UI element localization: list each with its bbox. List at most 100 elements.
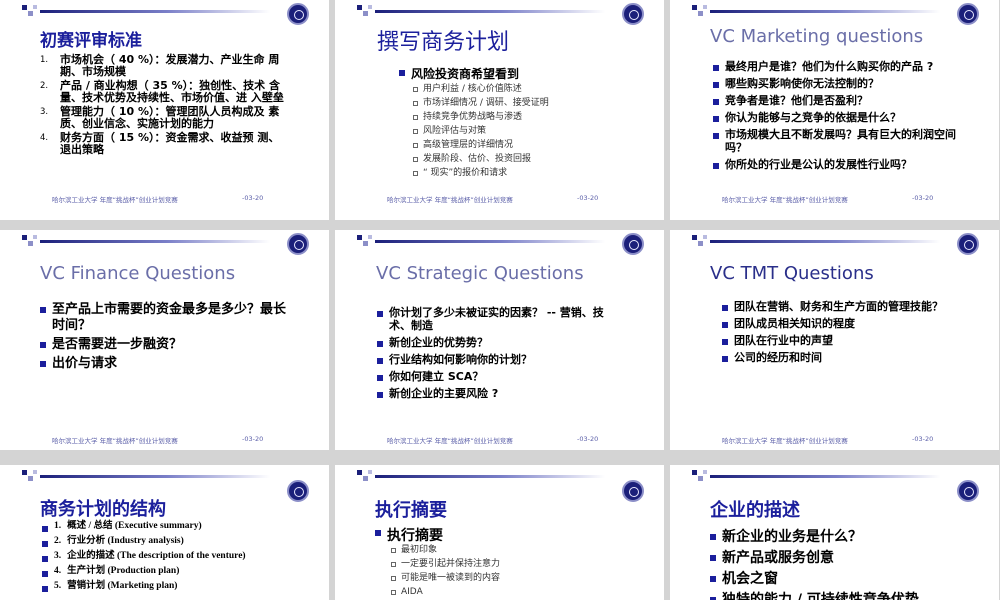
list-item: 至产品上市需要的资金最多是多少？最长时间？	[40, 302, 290, 334]
list-item: 你所处的行业是公认的发展性行业吗？	[713, 158, 968, 171]
slide-title: VC Marketing questions	[710, 26, 924, 47]
sub-list: 用户利益 / 核心价值陈述 市场详细情况 / 调研、接受证明 持续竞争优势战略与…	[413, 84, 563, 182]
slide-1[interactable]: 初赛评审标准 1. 市场机会（ 40 %）：发展潜力、产业生命 周期、市场规模 2…	[0, 0, 329, 220]
slide-decoration	[357, 5, 372, 18]
list-item: 新产品或服务创意	[710, 550, 970, 567]
question-list: 最终用户是谁？他们为什么购买你的产品 ? 哪些购买影响使你无法控制的？ 竞争者是…	[713, 60, 968, 175]
list-item: 团队在行业中的声望	[722, 334, 957, 347]
slide-title: VC TMT Questions	[710, 263, 874, 284]
slide-header-bar	[710, 240, 940, 243]
slide-9[interactable]: 企业的描述 新企业的业务是什么？ 新产品或服务创意 机会之窗 独特的能力 / 可…	[670, 465, 999, 600]
list-heading: 风险投资商希望看到	[399, 65, 639, 82]
slide-decoration	[692, 235, 707, 248]
slide-3[interactable]: VC Marketing questions 最终用户是谁？他们为什么购买你的产…	[670, 0, 999, 220]
list-heading: 执行摘要	[375, 525, 615, 545]
slide-footer: 哈尔滨工业大学 年度“挑战杯”创业计划竞赛 -03-20	[52, 194, 264, 204]
slide-footer: 哈尔滨工业大学 年度“挑战杯”创业计划竞赛 -03-20	[722, 194, 934, 204]
slide-8[interactable]: 执行摘要 执行摘要 最初印象 一定要引起并保持注意力 可能是唯一被读到的内容 A…	[335, 465, 664, 600]
list-item: 市场详细情况 / 调研、接受证明	[413, 98, 563, 109]
slide-4[interactable]: VC Finance Questions 至产品上市需要的资金最多是多少？最长时…	[0, 230, 329, 450]
list-item: 团队成员相关知识的程度	[722, 317, 957, 330]
slide-decoration	[357, 470, 372, 483]
list-item: 行业结构如何影响你的计划？	[377, 353, 622, 366]
university-seal-icon	[287, 233, 309, 255]
list-item: 是否需要进一步融资？	[40, 337, 290, 353]
plan-structure-list: 1. 概述 / 总结 (Executive summary) 2. 行业分析 (In…	[42, 521, 287, 596]
slide-title: VC Strategic Questions	[376, 263, 584, 284]
slide-title: 执行摘要	[375, 500, 447, 521]
slide-header-bar	[710, 475, 940, 478]
list-item: 新创企业的主要风险 ?	[377, 387, 622, 400]
list-item: 风险评估与对策	[413, 126, 563, 137]
list-item: AIDA	[391, 587, 611, 598]
slide-decoration	[22, 5, 37, 18]
list-item: 1. 概述 / 总结 (Executive summary)	[42, 521, 287, 532]
criteria-list: 1. 市场机会（ 40 %）：发展潜力、产业生命 周期、市场规模 2. 产品 / 商…	[40, 54, 285, 158]
list-item: 新企业的业务是什么？	[710, 529, 970, 546]
university-seal-icon	[287, 3, 309, 25]
slide-header-bar	[375, 10, 605, 13]
slide-decoration	[692, 5, 707, 18]
list-item: 2. 行业分析 (Industry analysis)	[42, 536, 287, 547]
list-item: 最初印象	[391, 545, 611, 556]
question-list: 你计划了多少未被证实的因素？ -- 营销、技 术、制造 新创企业的优势势？ 行业…	[377, 306, 622, 404]
list-item: 一定要引起并保持注意力	[391, 559, 611, 570]
slide-title: 企业的描述	[710, 500, 800, 521]
list-item: 5. 营销计划 (Marketing plan)	[42, 581, 287, 592]
list-item: 哪些购买影响使你无法控制的？	[713, 77, 968, 90]
university-seal-icon	[957, 233, 979, 255]
slide-2[interactable]: 撰写商务计划 风险投资商希望看到 用户利益 / 核心价值陈述 市场详细情况 / …	[335, 0, 664, 220]
list-item: 独特的能力 / 可持续性竞争优势	[710, 592, 970, 600]
university-seal-icon	[622, 480, 644, 502]
list-item: 市场规模大且不断发展吗？具有巨大的利润空间吗？	[713, 128, 968, 154]
sub-list: 最初印象 一定要引起并保持注意力 可能是唯一被读到的内容 AIDA	[391, 545, 611, 600]
question-list: 团队在营销、财务和生产方面的管理技能？ 团队成员相关知识的程度 团队在行业中的声…	[722, 300, 957, 368]
slide-title: 初赛评审标准	[40, 31, 142, 51]
list-item: 出价与请求	[40, 356, 290, 372]
slide-decoration	[22, 470, 37, 483]
slide-header-bar	[710, 10, 940, 13]
slide-footer: 哈尔滨工业大学 年度“挑战杯”创业计划竞赛 -03-20	[387, 194, 599, 204]
list-item: 1. 市场机会（ 40 %）：发展潜力、产业生命 周期、市场规模	[40, 53, 280, 78]
question-list: 至产品上市需要的资金最多是多少？最长时间？ 是否需要进一步融资？ 出价与请求	[40, 302, 290, 375]
slide-header-bar	[40, 10, 270, 13]
list-item: 2. 产品 / 商业构想（ 35 %）：独创性、技术 含量、技术优势及持续性、市场…	[40, 79, 284, 104]
list-item: 3. 企业的描述 (The description of the venture)	[42, 551, 287, 562]
university-seal-icon	[957, 3, 979, 25]
slide-7[interactable]: 商务计划的结构 1. 概述 / 总结 (Executive summary) 2.…	[0, 465, 329, 600]
slide-decoration	[357, 235, 372, 248]
slide-header-bar	[40, 240, 270, 243]
university-seal-icon	[622, 3, 644, 25]
list-item: 公司的经历和时间	[722, 351, 957, 364]
slide-footer: 哈尔滨工业大学 年度“挑战杯”创业计划竞赛 -03-20	[52, 435, 264, 445]
list-item: 4. 财务方面（ 15 %）：资金需求、收益预 测、退出策略	[40, 131, 280, 156]
slide-header-bar	[375, 475, 605, 478]
slide-footer: 哈尔滨工业大学 年度“挑战杯”创业计划竞赛 -03-20	[387, 435, 599, 445]
university-seal-icon	[287, 480, 309, 502]
list-item: 高级管理层的详细情况	[413, 140, 563, 151]
list-item: 你认为能够与之竞争的依据是什么？	[713, 111, 968, 124]
slide-title: VC Finance Questions	[40, 263, 236, 284]
list-item: 4. 生产计划 (Production plan)	[42, 566, 287, 577]
list-item: 你如何建立 SCA？	[377, 370, 622, 383]
list-item: 最终用户是谁？他们为什么购买你的产品 ?	[713, 60, 968, 73]
bullet-list: 执行摘要	[375, 525, 615, 545]
slide-header-bar	[375, 240, 605, 243]
slide-6[interactable]: VC TMT Questions 团队在营销、财务和生产方面的管理技能？ 团队成…	[670, 230, 999, 450]
bullet-list: 新企业的业务是什么？ 新产品或服务创意 机会之窗 独特的能力 / 可持续性竞争优…	[710, 529, 970, 600]
bullet-list: 风险投资商希望看到	[399, 65, 639, 82]
list-item: “ 现实”的报价和请求	[413, 168, 563, 179]
slide-footer: 哈尔滨工业大学 年度“挑战杯”创业计划竞赛 -03-20	[722, 435, 934, 445]
university-seal-icon	[622, 233, 644, 255]
slide-header-bar	[40, 475, 270, 478]
list-item: 发展阶段、估价、投资回报	[413, 154, 563, 165]
list-item: 新创企业的优势势？	[377, 336, 622, 349]
list-item: 团队在营销、财务和生产方面的管理技能？	[722, 300, 957, 313]
university-seal-icon	[957, 480, 979, 502]
list-item: 3. 管理能力（ 10 %）：管理团队人员构成及 素质、创业信念、实施计划的能力	[40, 105, 280, 130]
list-item: 机会之窗	[710, 571, 970, 588]
list-item: 用户利益 / 核心价值陈述	[413, 84, 563, 95]
slide-title: 撰写商务计划	[377, 30, 510, 55]
slide-5[interactable]: VC Strategic Questions 你计划了多少未被证实的因素？ --…	[335, 230, 664, 450]
list-item: 持续竞争优势战略与渗透	[413, 112, 563, 123]
